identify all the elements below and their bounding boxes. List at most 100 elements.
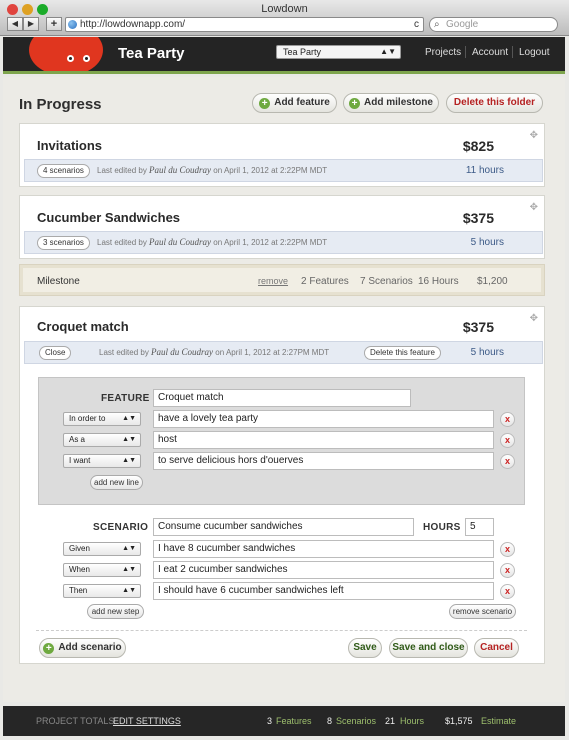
- add-line-button[interactable]: add new line: [90, 475, 143, 490]
- add-scenario-label: Add scenario: [58, 642, 122, 653]
- scenario-hours-input[interactable]: 5: [465, 518, 494, 536]
- total-hours-count: 21: [385, 716, 396, 726]
- add-scenario-button[interactable]: + Add scenario: [39, 638, 126, 658]
- remove-line-icon[interactable]: x: [500, 454, 515, 469]
- nav-projects-link[interactable]: Projects: [425, 47, 461, 58]
- app-header: Tea Party Tea Party ▲▼ Projects Account …: [3, 37, 565, 74]
- forward-button[interactable]: ▶: [23, 17, 39, 31]
- select-arrows-icon: ▲▼: [380, 47, 396, 56]
- search-input[interactable]: ⌕ Google: [429, 17, 558, 32]
- step-key-select[interactable]: Then ▲▼: [63, 584, 141, 598]
- plus-icon: +: [259, 98, 271, 109]
- project-title: Tea Party: [118, 45, 185, 62]
- feature-hours: 5 hours: [470, 237, 504, 248]
- scenarios-count-button[interactable]: 3 scenarios: [37, 236, 90, 250]
- project-select[interactable]: Tea Party ▲▼: [276, 45, 401, 59]
- milestone-scenarios: 7 Scenarios: [360, 276, 413, 287]
- total-estimate-label: Estimate: [481, 716, 517, 726]
- divider: [36, 630, 527, 631]
- line-key-select[interactable]: In order to ▲▼: [63, 412, 141, 426]
- feature-hours: 5 hours: [470, 347, 504, 358]
- feature-label: FEATURE: [101, 393, 150, 404]
- main-content: In Progress + Add feature + Add milestone …: [3, 77, 565, 702]
- save-and-close-button[interactable]: Save and close: [389, 638, 468, 658]
- last-edited-text: Last edited by Paul du Coudray on April …: [99, 347, 330, 357]
- add-step-button[interactable]: add new step: [87, 604, 144, 619]
- edit-settings-link[interactable]: EDIT SETTINGS: [113, 716, 181, 726]
- address-bar[interactable]: http://lowdownapp.com/ c: [65, 17, 424, 32]
- milestone-features: 2 Features: [301, 276, 349, 287]
- step-key-select[interactable]: Given ▲▼: [63, 542, 141, 556]
- eye-icon: [83, 55, 90, 62]
- remove-step-icon[interactable]: x: [500, 542, 515, 557]
- total-features-count: 3: [267, 716, 273, 726]
- step-key-select[interactable]: When ▲▼: [63, 563, 141, 577]
- remove-line-icon[interactable]: x: [500, 412, 515, 427]
- drag-handle-icon[interactable]: ✥: [530, 130, 538, 141]
- milestone-bar: Milestone remove 2 Features 7 Scenarios …: [19, 264, 545, 296]
- scenarios-count-button[interactable]: 4 scenarios: [37, 164, 90, 178]
- feature-hours: 11 hours: [465, 165, 504, 176]
- feature-title[interactable]: Croquet match: [37, 319, 129, 334]
- delete-feature-button[interactable]: Delete this feature: [364, 346, 441, 360]
- feature-name-input[interactable]: Croquet match: [153, 389, 411, 407]
- milestone-cost: $1,200: [477, 276, 508, 287]
- step-value-input[interactable]: I have 8 cucumber sandwiches: [153, 540, 494, 558]
- nav-divider: [512, 46, 513, 58]
- add-milestone-button[interactable]: + Add milestone: [343, 93, 439, 113]
- line-value-input[interactable]: host: [153, 431, 494, 449]
- globe-icon: [68, 20, 77, 29]
- feature-meta-bar: 3 scenarios Last edited by Paul du Coudr…: [24, 231, 543, 254]
- plus-icon: +: [43, 643, 55, 654]
- eye-icon: [67, 55, 74, 62]
- window-title: Lowdown: [261, 3, 308, 15]
- scenario-label: SCENARIO: [93, 522, 149, 533]
- url-text: http://lowdownapp.com/: [80, 19, 186, 30]
- drag-handle-icon[interactable]: ✥: [530, 202, 538, 213]
- remove-step-icon[interactable]: x: [500, 563, 515, 578]
- feature-price: $375: [462, 319, 494, 335]
- save-button[interactable]: Save: [348, 638, 382, 658]
- add-tab-button[interactable]: +: [46, 17, 62, 31]
- logo-mascot[interactable]: [29, 37, 103, 71]
- project-totals-label: PROJECT TOTALS: [36, 716, 115, 726]
- add-feature-button[interactable]: + Add feature: [252, 93, 337, 113]
- step-value-input[interactable]: I eat 2 cucumber sandwiches: [153, 561, 494, 579]
- feature-title[interactable]: Cucumber Sandwiches: [37, 210, 180, 225]
- project-select-value: Tea Party: [283, 47, 322, 57]
- search-placeholder: Google: [446, 19, 479, 30]
- project-totals-footer: PROJECT TOTALS EDIT SETTINGS 3 Features …: [3, 706, 565, 736]
- line-value-input[interactable]: to serve delicious hors d'ouerves: [153, 452, 494, 470]
- back-button[interactable]: ◀: [7, 17, 23, 31]
- feature-title[interactable]: Invitations: [37, 138, 102, 153]
- close-feature-button[interactable]: Close: [39, 346, 72, 360]
- hours-label: HOURS: [423, 522, 461, 533]
- feature-meta-bar: Close Last edited by Paul du Coudray on …: [24, 341, 543, 364]
- feature-card[interactable]: Invitations $825 ✥ 4 scenarios Last edit…: [19, 123, 545, 187]
- step-value-input[interactable]: I should have 6 cucumber sandwiches left: [153, 582, 494, 600]
- line-key-select[interactable]: As a ▲▼: [63, 433, 141, 447]
- total-scenarios-label: Scenarios: [336, 716, 377, 726]
- nav-logout-link[interactable]: Logout: [519, 47, 550, 58]
- reload-icon[interactable]: c: [414, 18, 419, 31]
- feature-meta-bar: 4 scenarios Last edited by Paul du Coudr…: [24, 159, 543, 182]
- remove-step-icon[interactable]: x: [500, 584, 515, 599]
- nav-account-link[interactable]: Account: [472, 47, 508, 58]
- remove-scenario-button[interactable]: remove scenario: [449, 604, 516, 619]
- drag-handle-icon[interactable]: ✥: [530, 313, 538, 324]
- delete-folder-button[interactable]: Delete this folder: [446, 93, 543, 113]
- feature-card[interactable]: Cucumber Sandwiches $375 ✥ 3 scenarios L…: [19, 195, 545, 259]
- plus-icon: +: [349, 98, 361, 109]
- line-key-select[interactable]: I want ▲▼: [63, 454, 141, 468]
- search-icon: ⌕: [434, 19, 440, 30]
- remove-line-icon[interactable]: x: [500, 433, 515, 448]
- cancel-button[interactable]: Cancel: [474, 638, 519, 658]
- nav-divider: [465, 46, 466, 58]
- milestone-label: Milestone: [37, 276, 80, 287]
- milestone-hours: 16 Hours: [418, 276, 459, 287]
- milestone-remove-link[interactable]: remove: [258, 276, 288, 286]
- feature-price: $375: [462, 210, 494, 226]
- feature-price: $825: [462, 138, 494, 154]
- line-value-input[interactable]: have a lovely tea party: [153, 410, 494, 428]
- scenario-name-input[interactable]: Consume cucumber sandwiches: [153, 518, 414, 536]
